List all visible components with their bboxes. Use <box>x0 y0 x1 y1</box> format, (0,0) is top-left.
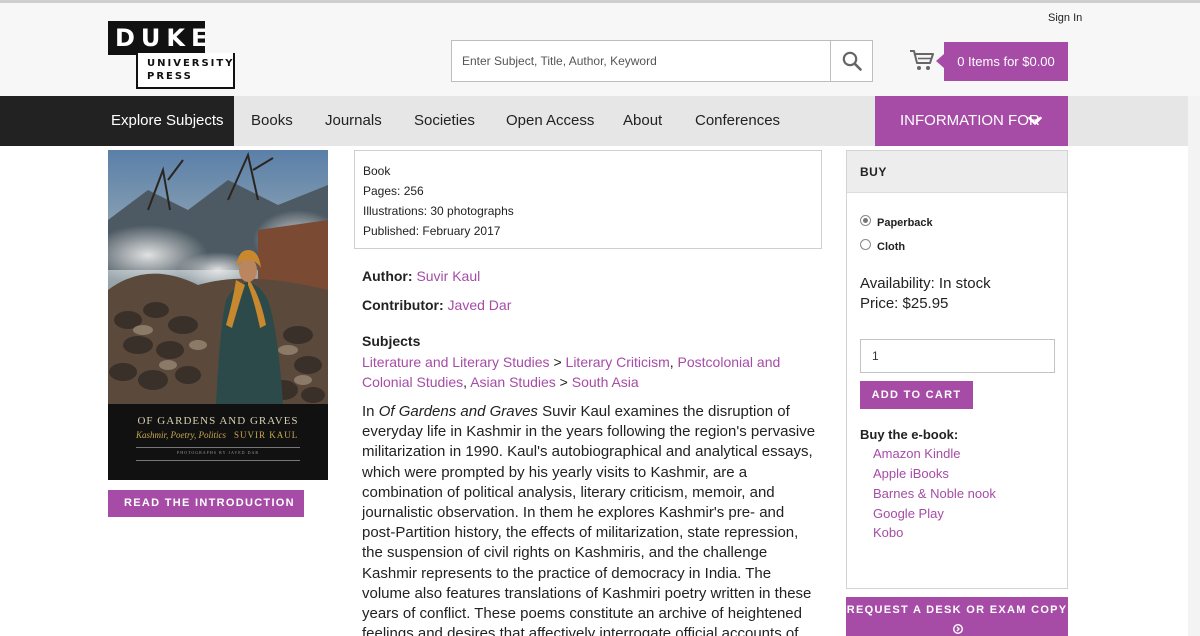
main-navigation: Explore Subjects Books Journals Societie… <box>0 96 1188 146</box>
paperback-label[interactable]: Paperback <box>877 217 933 229</box>
cart-summary-button[interactable]: 0 Items for $0.00 <box>936 42 1068 81</box>
shopping-cart-icon[interactable] <box>909 48 935 72</box>
nav-journals[interactable]: Journals <box>325 96 382 146</box>
search-button[interactable] <box>830 41 872 81</box>
nav-open-access[interactable]: Open Access <box>506 96 594 146</box>
add-to-cart-button[interactable]: ADD TO CART <box>860 381 973 409</box>
scrollbar-track[interactable] <box>1188 96 1200 636</box>
description-body: Suvir Kaul examines the disruption of ev… <box>362 403 816 636</box>
description-prefix: In <box>362 403 379 420</box>
chevron-circle-right-icon <box>125 523 137 535</box>
quantity-input[interactable]: 1 <box>860 339 1055 373</box>
nav-societies[interactable]: Societies <box>414 96 475 146</box>
logo-subtitle-line-1: UNIVERSITY <box>147 58 235 69</box>
chevron-circle-right-icon <box>952 623 964 635</box>
ebook-link-apple-ibooks[interactable]: Apple iBooks <box>873 466 949 481</box>
search-icon <box>842 51 862 71</box>
subjects-heading: Subjects <box>362 333 421 349</box>
site-header: DUKE UNIVERSITY PRESS Sign In 0 Items fo… <box>0 0 1200 96</box>
subject-link[interactable]: South Asia <box>572 374 639 390</box>
nav-explore-subjects[interactable]: Explore Subjects <box>0 96 234 146</box>
buy-heading: BUY <box>847 151 1067 193</box>
subject-link[interactable]: Literature and Literary Studies <box>362 354 550 370</box>
search-input[interactable] <box>452 41 830 81</box>
subject-link[interactable]: Literary Criticism <box>566 354 670 370</box>
buy-panel: BUY Paperback Cloth Availability: In sto… <box>846 150 1068 589</box>
cover-subtitle: Kashmir, Poetry, Politics <box>136 430 226 440</box>
book-pages: Pages: 256 <box>363 184 424 198</box>
request-desk-exam-copy-button[interactable]: REQUEST A DESK OR EXAM COPY <box>846 597 1068 636</box>
book-cover-image: OF GARDENS AND GRAVES Kashmir, Poetry, P… <box>108 150 328 480</box>
book-description: In Of Gardens and Graves Suvir Kaul exam… <box>362 402 818 636</box>
read-introduction-button[interactable]: READ THE INTRODUCTION <box>108 490 304 535</box>
ebook-link-google-play[interactable]: Google Play <box>873 506 944 521</box>
duke-university-press-logo[interactable]: DUKE UNIVERSITY PRESS <box>108 21 235 89</box>
contributor-label: Contributor: <box>362 297 444 313</box>
ebook-link-amazon-kindle[interactable]: Amazon Kindle <box>873 446 960 461</box>
request-desk-exam-copy-label: REQUEST A DESK OR EXAM COPY <box>846 604 1068 616</box>
cover-photo-credit: PHOTOGRAPHS BY JAVED DAR <box>176 450 260 455</box>
ebook-link-kobo[interactable]: Kobo <box>873 525 903 540</box>
subject-separator: , <box>669 354 678 370</box>
logo-wordmark: DUKE <box>108 21 207 55</box>
availability-status: Availability: In stock <box>860 275 991 292</box>
information-for-dropdown[interactable]: INFORMATION FOR <box>875 96 1068 146</box>
sign-in-link[interactable]: Sign In <box>1048 12 1082 24</box>
logo-subtitle-line-2: PRESS <box>147 71 193 82</box>
author-link[interactable]: Suvir Kaul <box>416 268 480 284</box>
cover-author: SUVIR KAUL <box>234 430 299 440</box>
contributor-link[interactable]: Javed Dar <box>448 297 512 313</box>
cover-divider <box>136 447 300 448</box>
paperback-radio[interactable] <box>860 215 871 226</box>
cloth-label[interactable]: Cloth <box>877 241 905 253</box>
nav-conferences[interactable]: Conferences <box>695 96 780 146</box>
nav-books[interactable]: Books <box>251 96 293 146</box>
read-introduction-label: READ THE INTRODUCTION <box>124 497 295 509</box>
cover-title: OF GARDENS AND GRAVES <box>137 415 299 427</box>
subject-link[interactable]: Asian Studies <box>470 374 556 390</box>
logo-subtitle: UNIVERSITY PRESS <box>136 53 235 89</box>
book-illustrations: Illustrations: 30 photographs <box>363 204 514 218</box>
contributor-line: Contributor: Javed Dar <box>362 297 511 313</box>
cover-photograph <box>108 150 328 404</box>
nav-about[interactable]: About <box>623 96 662 146</box>
price: Price: $25.95 <box>860 295 949 312</box>
cloth-radio[interactable] <box>860 239 871 250</box>
information-for-label: INFORMATION FOR <box>900 112 1040 129</box>
book-details-box: Book Pages: 256 Illustrations: 30 photog… <box>354 150 822 249</box>
book-format: Book <box>363 164 391 178</box>
book-published: Published: February 2017 <box>363 224 501 238</box>
chevron-down-icon <box>1028 116 1042 125</box>
author-label: Author: <box>362 268 413 284</box>
cover-divider <box>136 460 300 461</box>
description-book-title: Of Gardens and Graves <box>378 403 538 420</box>
ebook-link-barnes-noble-nook[interactable]: Barnes & Noble nook <box>873 486 996 501</box>
search-bar <box>451 40 873 82</box>
subjects-list: Literature and Literary Studies > Litera… <box>362 352 802 392</box>
ebook-heading: Buy the e-book: <box>860 427 959 442</box>
author-line: Author: Suvir Kaul <box>362 268 480 284</box>
subject-separator: > <box>555 374 572 390</box>
subject-separator: > <box>549 354 566 370</box>
